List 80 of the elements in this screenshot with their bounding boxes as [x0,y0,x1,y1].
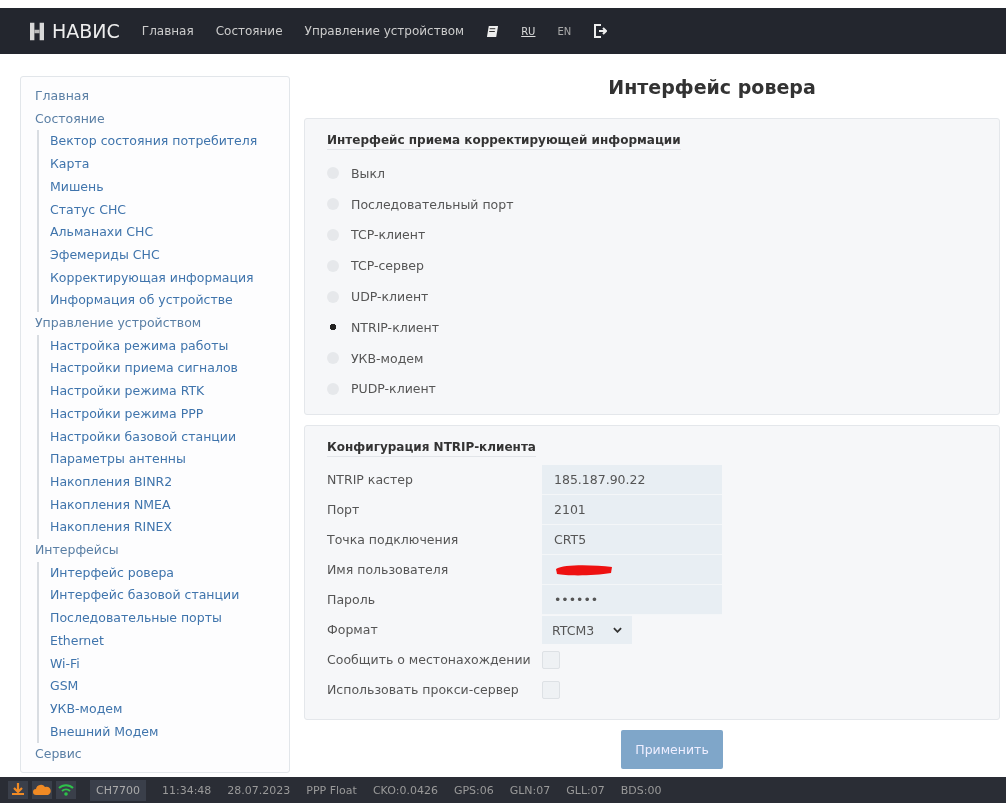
field-label: Точка подключения [327,531,460,550]
sidebar-item[interactable]: Мишень [50,175,285,199]
sidebar-item[interactable]: Вектор состояния потребителя [50,130,285,154]
sidebar-item[interactable]: Накопления RINEX [50,516,285,540]
input-field[interactable] [542,555,722,586]
sidebar-item[interactable]: Накопления NMEA [50,493,285,517]
status-text: 11:34:48 [161,783,212,797]
section-title: Интерфейс приема корректирующей информации [327,133,681,150]
sidebar-item[interactable]: Настройки режима PPP [50,402,285,426]
checkbox[interactable] [542,651,560,670]
sidebar-item[interactable]: Настройки режима RTK [50,380,285,403]
sidebar-item[interactable]: Корректирующая информация [50,266,285,290]
chevron-down-icon [613,627,622,634]
radio-label: UDP-клиент [351,289,429,305]
book-icon[interactable] [486,24,500,38]
device-label: CH7700 [90,779,146,801]
sidebar-item[interactable]: Альманахи СНС [50,221,285,244]
radio-label: TCP-клиент [351,227,426,243]
radio-label: NTRIP-клиент [351,319,439,335]
field-label: Порт [327,501,361,520]
sidebar-item[interactable]: Настройки приема сигналов [50,357,285,381]
field-label: Использовать прокси-сервер [327,681,520,700]
sidebar-item[interactable]: Последовательные порты [50,607,285,630]
sidebar-item[interactable]: Статус СНС [50,198,285,222]
radio-label: Последовательный порт [351,196,514,212]
sidebar-item[interactable]: Параметры антенны [50,448,285,471]
sidebar-item[interactable]: Wi-Fi [50,652,285,676]
sidebar-item[interactable]: Интерфейсы [35,539,285,562]
cloud-icon[interactable] [32,781,52,799]
sidebar-item[interactable]: Главная [35,85,285,108]
password-field[interactable]: •••••• [542,585,722,616]
sidebar-item[interactable]: Состояние [35,107,285,131]
field-label: Пароль [327,591,376,610]
sidebar-item[interactable]: Накопления BINR2 [50,470,285,494]
sidebar-item[interactable]: Эфемериды СНС [50,243,285,267]
sidebar-item[interactable]: УКВ-модем [50,698,285,721]
page-title: Интерфейс ровера [607,76,817,100]
radio-label: Выкл [351,165,385,181]
radio-label: TCP-сервер [351,258,424,274]
nav-link[interactable]: Состояние [215,24,283,38]
radio-label: УКВ-модем [351,350,424,366]
field-label: Сообщить о местонахождении [327,651,532,670]
section-title: Конфигурация NTRIP-клиента [327,440,536,458]
redaction-mark [554,562,614,577]
language-link[interactable]: EN [557,25,572,37]
input-field[interactable]: 185.187.90.22 [542,465,722,496]
field-label: Формат [327,621,379,640]
sidebar-item[interactable]: Настройка режима работы [50,334,285,358]
brand-name: НАВИС [52,20,120,42]
status-text: GLL:07 [566,783,605,797]
wifi-icon[interactable] [56,781,76,799]
sidebar-item[interactable]: GSM [50,675,285,698]
format-dropdown[interactable]: RTCM3 [542,616,632,645]
sidebar-item[interactable]: Карта [50,153,285,176]
sidebar-item[interactable]: Настройки базовой станции [50,425,285,449]
field-label: NTRIP кастер [327,471,414,490]
download-icon[interactable] [8,781,28,799]
status-text: GLN:07 [509,783,551,797]
sidebar-item[interactable]: Информация об устройстве [50,289,285,313]
nav-link[interactable]: Главная [141,24,194,38]
input-field[interactable]: CRT5 [542,525,722,556]
sidebar-item[interactable]: Управление устройством [35,312,285,335]
language-link[interactable]: RU [521,25,536,37]
sidebar-item[interactable]: Интерфейс базовой станции [50,584,285,608]
checkbox[interactable] [542,681,560,700]
input-field[interactable]: 2101 [542,495,722,526]
status-text: PPP Float [306,783,357,797]
sidebar-item[interactable]: Интерфейс ровера [50,561,285,585]
logo-icon [30,21,44,41]
sidebar-item[interactable]: Ethernet [50,629,285,653]
sidebar-item[interactable]: Сервис [35,743,285,767]
status-text: GPS:06 [453,783,494,797]
logout-icon[interactable] [593,24,608,38]
sidebar-item[interactable]: Внешний Модем [50,720,285,744]
radio-label: PUDP-клиент [351,381,436,397]
status-text: BDS:00 [620,783,662,797]
status-text: CKO:0.0426 [372,783,438,797]
status-text: 28.07.2023 [227,783,291,797]
field-label: Имя пользователя [327,561,450,580]
nav-link[interactable]: Управление устройством [304,24,465,38]
